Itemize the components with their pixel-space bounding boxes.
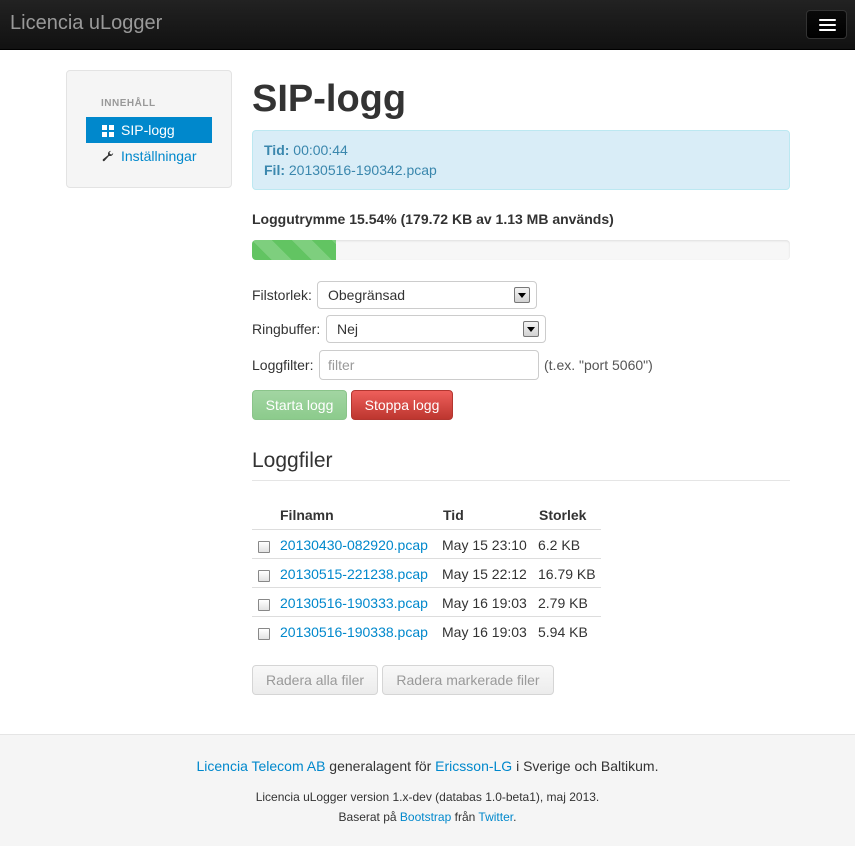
delete-all-button[interactable]: Radera alla filer xyxy=(252,665,378,695)
divider xyxy=(252,480,790,481)
footer-text: i Sverige och Baltikum. xyxy=(512,758,659,774)
time-label: Tid: xyxy=(264,142,290,158)
row-checkbox[interactable] xyxy=(258,541,270,553)
row-checkbox[interactable] xyxy=(258,628,270,640)
table-row: 20130515-221238.pcap May 15 22:12 16.79 … xyxy=(252,558,601,587)
filesize-select[interactable]: Obegränsad xyxy=(317,281,537,309)
ringbuffer-select[interactable]: Nej xyxy=(326,315,546,343)
file-size: 16.79 KB xyxy=(538,566,596,582)
file-label: Fil: xyxy=(264,162,285,178)
file-time: May 16 19:03 xyxy=(442,624,527,640)
storage-progress xyxy=(252,240,790,260)
start-log-button[interactable]: Starta logg xyxy=(252,390,347,420)
file-link[interactable]: 20130515-221238.pcap xyxy=(280,566,428,582)
sidebar-item-label: SIP-logg xyxy=(121,122,175,138)
ringbuffer-label: Ringbuffer: xyxy=(252,321,321,337)
ringbuffer-select-value: Nej xyxy=(337,321,359,337)
file-time: May 16 19:03 xyxy=(442,595,527,611)
table-row: 20130430-082920.pcap May 15 23:10 6.2 KB xyxy=(252,529,601,558)
stop-log-button[interactable]: Stoppa logg xyxy=(351,390,453,420)
company-link[interactable]: Licencia Telecom AB xyxy=(196,758,325,774)
chevron-down-icon xyxy=(514,287,530,303)
sidebar-item-sip-logg[interactable]: SIP-logg xyxy=(86,117,212,143)
footer-text: . xyxy=(513,810,517,824)
twitter-link[interactable]: Twitter xyxy=(478,810,513,824)
bootstrap-link[interactable]: Bootstrap xyxy=(400,810,451,824)
grid-icon xyxy=(102,125,114,137)
status-info-box: Tid: 00:00:44 Fil: 20130516-190342.pcap xyxy=(252,130,790,190)
page-title: SIP-logg xyxy=(252,78,407,120)
filter-label: Loggfilter: xyxy=(252,357,314,373)
footer-text: Baserat på xyxy=(338,810,400,824)
column-header-size: Storlek xyxy=(539,507,587,523)
file-line: Fil: 20130516-190342.pcap xyxy=(264,162,437,178)
footer-text: generalagent för xyxy=(325,758,436,774)
footer-version: Licencia uLogger version 1.x-dev (databa… xyxy=(255,790,600,804)
sidebar: INNEHÅLL SIP-logg Inställningar xyxy=(66,70,232,188)
file-time: May 15 23:10 xyxy=(442,537,527,553)
file-size: 6.2 KB xyxy=(538,537,581,553)
table-row: 20130516-190338.pcap May 16 19:03 5.94 K… xyxy=(252,616,601,645)
hamburger-icon xyxy=(819,24,836,26)
time-line: Tid: 00:00:44 xyxy=(264,142,348,158)
footer-text: från xyxy=(451,810,479,824)
chevron-down-icon xyxy=(523,321,539,337)
brand-title[interactable]: Licencia uLogger xyxy=(10,12,162,35)
file-size: 5.94 KB xyxy=(538,624,588,640)
footer-credits: Baserat på Bootstrap från Twitter. xyxy=(0,810,855,824)
file-value: 20130516-190342.pcap xyxy=(288,162,437,178)
row-checkbox[interactable] xyxy=(258,599,270,611)
row-checkbox[interactable] xyxy=(258,570,270,582)
ericsson-link[interactable]: Ericsson-LG xyxy=(435,758,512,774)
navbar: Licencia uLogger xyxy=(0,0,855,50)
column-header-time: Tid xyxy=(443,507,464,523)
file-link[interactable]: 20130516-190338.pcap xyxy=(280,624,428,640)
sidebar-item-label: Inställningar xyxy=(121,148,197,164)
hamburger-icon xyxy=(819,29,836,31)
column-header-filename: Filnamn xyxy=(280,507,334,523)
sidebar-header: INNEHÅLL xyxy=(101,98,156,109)
logfiles-title: Loggfiler xyxy=(252,449,333,472)
filesize-label: Filstorlek: xyxy=(252,287,312,303)
wrench-icon xyxy=(102,150,114,162)
menu-toggle-button[interactable] xyxy=(806,10,847,39)
filter-help-text: (t.ex. "port 5060") xyxy=(544,357,653,373)
table-row: 20130516-190333.pcap May 16 19:03 2.79 K… xyxy=(252,587,601,616)
footer: Licencia Telecom AB generalagent för Eri… xyxy=(0,734,855,846)
hamburger-icon xyxy=(819,19,836,21)
file-time: May 15 22:12 xyxy=(442,566,527,582)
filesize-select-value: Obegränsad xyxy=(328,287,406,303)
filter-input[interactable] xyxy=(319,350,539,380)
storage-text: Loggutrymme 15.54% (179.72 KB av 1.13 MB… xyxy=(252,211,614,227)
time-value: 00:00:44 xyxy=(293,142,348,158)
file-link[interactable]: 20130516-190333.pcap xyxy=(280,595,428,611)
footer-company-line: Licencia Telecom AB generalagent för Eri… xyxy=(0,758,855,774)
delete-selected-button[interactable]: Radera markerade filer xyxy=(382,665,554,695)
file-size: 2.79 KB xyxy=(538,595,588,611)
storage-progress-fill xyxy=(252,240,336,260)
sidebar-item-installningar[interactable]: Inställningar xyxy=(86,143,212,169)
file-link[interactable]: 20130430-082920.pcap xyxy=(280,537,428,553)
